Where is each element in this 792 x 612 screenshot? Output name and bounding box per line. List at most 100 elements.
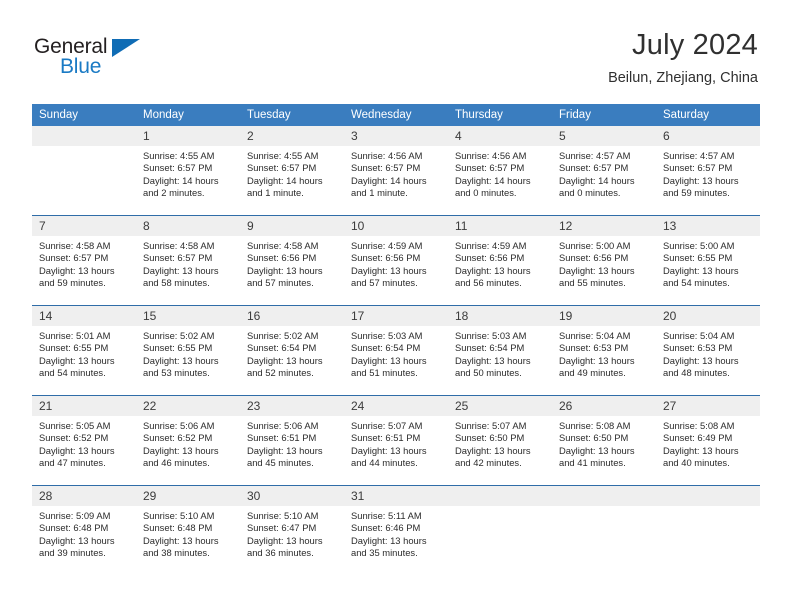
daylight-duration-line2: and 56 minutes. — [455, 277, 522, 289]
calendar-day-cell[interactable]: 29 Sunrise: 5:10 AM Sunset: 6:48 PM Dayligh… — [136, 486, 240, 575]
day-number: 25 — [448, 396, 552, 416]
calendar-day-cell[interactable]: 2 Sunrise: 4:55 AM Sunset: 6:57 PM Daylight… — [240, 126, 344, 215]
sunset-time: Sunset: 6:48 PM — [39, 522, 109, 534]
sunset-time: Sunset: 6:55 PM — [663, 252, 733, 264]
weekday-header-row: Sunday Monday Tuesday Wednesday Thursday… — [32, 104, 760, 126]
day-number: 3 — [344, 126, 448, 146]
sunrise-time: Sunrise: 4:59 AM — [455, 240, 527, 251]
daylight-duration-line2: and 59 minutes. — [39, 277, 106, 289]
day-number: 22 — [136, 396, 240, 416]
calendar-day-cell[interactable]: 26 Sunrise: 5:08 AM Sunset: 6:50 PM Dayligh… — [552, 396, 656, 485]
calendar-day-cell[interactable]: 30 Sunrise: 5:10 AM Sunset: 6:47 PM Dayligh… — [240, 486, 344, 575]
weekday-header-thursday: Thursday — [455, 109, 503, 121]
daylight-duration-line1: Daylight: 13 hours — [39, 534, 115, 546]
sunset-time: Sunset: 6:56 PM — [351, 252, 421, 264]
sunrise-time: Sunrise: 5:01 AM — [39, 330, 111, 341]
calendar-day-cell[interactable]: 3 Sunrise: 4:56 AM Sunset: 6:57 PM Daylight… — [344, 126, 448, 215]
sunrise-time: Sunrise: 5:07 AM — [455, 420, 527, 431]
daylight-duration-line2: and 55 minutes. — [559, 277, 626, 289]
daylight-duration-line2: and 47 minutes. — [39, 457, 106, 469]
calendar-day-cell[interactable]: 8 Sunrise: 4:58 AM Sunset: 6:57 PM Daylight… — [136, 216, 240, 305]
calendar-day-cell[interactable]: 15 Sunrise: 5:02 AM Sunset: 6:55 PM Dayligh… — [136, 306, 240, 395]
day-sun-info: Sunrise: 5:07 AM Sunset: 6:50 PM Daylight:… — [448, 416, 552, 470]
daylight-duration-line1: Daylight: 13 hours — [247, 444, 323, 456]
calendar-day-cell[interactable]: 19 Sunrise: 5:04 AM Sunset: 6:53 PM Dayligh… — [552, 306, 656, 395]
daylight-duration-line2: and 0 minutes. — [455, 187, 517, 199]
daylight-duration-line1: Daylight: 14 hours — [247, 174, 323, 186]
daylight-duration-line1: Daylight: 13 hours — [351, 534, 427, 546]
day-sun-info: Sunrise: 4:55 AM Sunset: 6:57 PM Daylight:… — [240, 146, 344, 200]
sunrise-time: Sunrise: 5:06 AM — [143, 420, 215, 431]
calendar-day-cell[interactable]: 18 Sunrise: 5:03 AM Sunset: 6:54 PM Dayligh… — [448, 306, 552, 395]
calendar-day-cell[interactable]: 10 Sunrise: 4:59 AM Sunset: 6:56 PM Dayligh… — [344, 216, 448, 305]
daylight-duration-line1: Daylight: 13 hours — [351, 354, 427, 366]
sunset-time: Sunset: 6:53 PM — [559, 342, 629, 354]
calendar-day-cell[interactable]: 20 Sunrise: 5:04 AM Sunset: 6:53 PM Dayligh… — [656, 306, 760, 395]
calendar-day-cell-empty — [656, 486, 760, 575]
day-number: 2 — [240, 126, 344, 146]
general-blue-logo[interactable]: General Blue — [34, 36, 164, 88]
daylight-duration-line1: Daylight: 13 hours — [143, 444, 219, 456]
daylight-duration-line1: Daylight: 13 hours — [39, 264, 115, 276]
daylight-duration-line2: and 49 minutes. — [559, 367, 626, 379]
day-number: 16 — [240, 306, 344, 326]
calendar-day-cell[interactable]: 7 Sunrise: 4:58 AM Sunset: 6:57 PM Daylight… — [32, 216, 136, 305]
calendar-day-cell[interactable]: 27 Sunrise: 5:08 AM Sunset: 6:49 PM Dayligh… — [656, 396, 760, 485]
calendar-day-cell[interactable]: 28 Sunrise: 5:09 AM Sunset: 6:48 PM Dayligh… — [32, 486, 136, 575]
logo-text-blue: Blue — [60, 55, 102, 78]
calendar-day-cell-empty — [552, 486, 656, 575]
calendar-day-cell[interactable]: 25 Sunrise: 5:07 AM Sunset: 6:50 PM Dayligh… — [448, 396, 552, 485]
daylight-duration-line1: Daylight: 13 hours — [559, 354, 635, 366]
calendar-day-cell[interactable]: 5 Sunrise: 4:57 AM Sunset: 6:57 PM Daylight… — [552, 126, 656, 215]
calendar-day-cell[interactable]: 12 Sunrise: 5:00 AM Sunset: 6:56 PM Dayligh… — [552, 216, 656, 305]
day-number: 18 — [448, 306, 552, 326]
daylight-duration-line1: Daylight: 14 hours — [143, 174, 219, 186]
daylight-duration-line1: Daylight: 13 hours — [143, 264, 219, 276]
calendar-day-cell[interactable]: 9 Sunrise: 4:58 AM Sunset: 6:56 PM Daylight… — [240, 216, 344, 305]
day-sun-info: Sunrise: 5:02 AM Sunset: 6:55 PM Daylight:… — [136, 326, 240, 380]
sunrise-time: Sunrise: 5:03 AM — [351, 330, 423, 341]
day-number — [448, 486, 552, 506]
calendar-day-cell[interactable]: 23 Sunrise: 5:06 AM Sunset: 6:51 PM Dayligh… — [240, 396, 344, 485]
calendar-day-cell[interactable]: 16 Sunrise: 5:02 AM Sunset: 6:54 PM Dayligh… — [240, 306, 344, 395]
day-sun-info: Sunrise: 5:06 AM Sunset: 6:51 PM Daylight:… — [240, 416, 344, 470]
daylight-duration-line1: Daylight: 13 hours — [143, 354, 219, 366]
daylight-duration-line2: and 2 minutes. — [143, 187, 205, 199]
daylight-duration-line2: and 40 minutes. — [663, 457, 730, 469]
calendar-day-cell[interactable]: 17 Sunrise: 5:03 AM Sunset: 6:54 PM Dayligh… — [344, 306, 448, 395]
calendar-day-cell[interactable]: 11 Sunrise: 4:59 AM Sunset: 6:56 PM Dayligh… — [448, 216, 552, 305]
calendar-day-cell[interactable]: 4 Sunrise: 4:56 AM Sunset: 6:57 PM Daylight… — [448, 126, 552, 215]
calendar-week-row: 7 Sunrise: 4:58 AM Sunset: 6:57 PM Daylight… — [32, 215, 760, 305]
day-number: 21 — [32, 396, 136, 416]
calendar-day-cell[interactable]: 21 Sunrise: 5:05 AM Sunset: 6:52 PM Dayligh… — [32, 396, 136, 485]
day-number: 13 — [656, 216, 760, 236]
triangle-icon — [112, 39, 140, 57]
day-sun-info: Sunrise: 5:10 AM Sunset: 6:48 PM Daylight:… — [136, 506, 240, 560]
daylight-duration-line2: and 57 minutes. — [247, 277, 314, 289]
calendar-page: General Blue July 2024 Beilun, Zhejiang,… — [0, 0, 792, 612]
day-sun-info: Sunrise: 5:00 AM Sunset: 6:55 PM Daylight:… — [656, 236, 760, 290]
sunset-time: Sunset: 6:51 PM — [351, 432, 421, 444]
calendar-day-cell[interactable]: 31 Sunrise: 5:11 AM Sunset: 6:46 PM Dayligh… — [344, 486, 448, 575]
sunrise-time: Sunrise: 5:02 AM — [143, 330, 215, 341]
day-number — [552, 486, 656, 506]
daylight-duration-line2: and 58 minutes. — [143, 277, 210, 289]
daylight-duration-line2: and 41 minutes. — [559, 457, 626, 469]
calendar-weeks: 1 Sunrise: 4:55 AM Sunset: 6:57 PM Daylight… — [32, 126, 760, 575]
daylight-duration-line2: and 1 minute. — [247, 187, 304, 199]
calendar-day-cell[interactable]: 13 Sunrise: 5:00 AM Sunset: 6:55 PM Dayligh… — [656, 216, 760, 305]
daylight-duration-line1: Daylight: 13 hours — [663, 174, 739, 186]
day-number: 29 — [136, 486, 240, 506]
sunset-time: Sunset: 6:57 PM — [247, 162, 317, 174]
day-sun-info: Sunrise: 5:09 AM Sunset: 6:48 PM Daylight:… — [32, 506, 136, 560]
day-sun-info: Sunrise: 5:10 AM Sunset: 6:47 PM Daylight:… — [240, 506, 344, 560]
calendar-day-cell[interactable]: 1 Sunrise: 4:55 AM Sunset: 6:57 PM Daylight… — [136, 126, 240, 215]
day-number: 28 — [32, 486, 136, 506]
day-sun-info: Sunrise: 4:57 AM Sunset: 6:57 PM Daylight:… — [656, 146, 760, 200]
daylight-duration-line1: Daylight: 14 hours — [351, 174, 427, 186]
calendar-day-cell[interactable]: 22 Sunrise: 5:06 AM Sunset: 6:52 PM Dayligh… — [136, 396, 240, 485]
calendar-day-cell[interactable]: 24 Sunrise: 5:07 AM Sunset: 6:51 PM Dayligh… — [344, 396, 448, 485]
calendar-day-cell[interactable]: 6 Sunrise: 4:57 AM Sunset: 6:57 PM Daylight… — [656, 126, 760, 215]
calendar-day-cell[interactable]: 14 Sunrise: 5:01 AM Sunset: 6:55 PM Dayligh… — [32, 306, 136, 395]
daylight-duration-line2: and 59 minutes. — [663, 187, 730, 199]
